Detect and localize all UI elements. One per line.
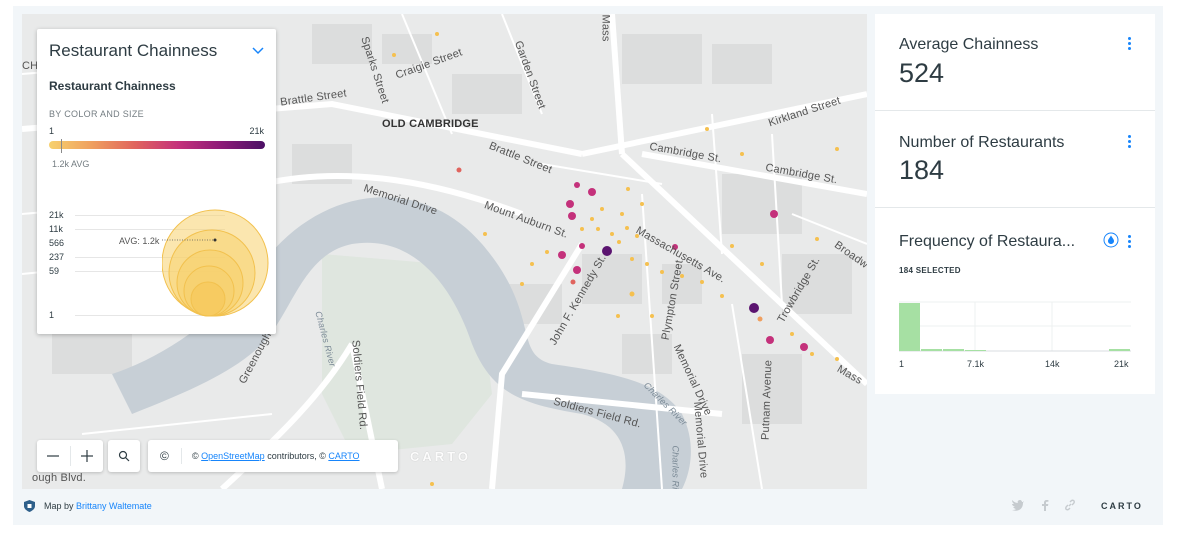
histogram-bar xyxy=(921,349,942,351)
histogram-x-label: 14k xyxy=(1045,359,1060,369)
widget-title: Number of Restaurants xyxy=(899,134,1065,151)
legend-title: Restaurant Chainness xyxy=(49,41,218,60)
footer-credit: Map by Brittany Waltemate xyxy=(44,501,152,511)
legend-size-label: 11k xyxy=(49,224,63,234)
histogram-bar xyxy=(1109,349,1130,351)
legend-size-label: 21k xyxy=(49,210,64,220)
legend-size-label: 1 xyxy=(49,310,55,320)
carto-link[interactable]: CARTO xyxy=(328,451,359,461)
map-label-street: ough Blvd. xyxy=(32,472,86,484)
legend-layer-name: Restaurant Chainness xyxy=(49,79,176,93)
legend-gradient-min: 1 xyxy=(49,126,55,136)
copyright-button[interactable]: © xyxy=(160,449,169,463)
map-attribution: © OpenStreetMap contributors, © CARTO xyxy=(192,451,360,461)
legend-size-label: 59 xyxy=(49,266,60,276)
attribution-mid: contributors, © xyxy=(264,451,329,461)
legend-avg-label: 1.2k AVG xyxy=(52,159,90,169)
divider xyxy=(181,448,182,464)
legend-panel: Restaurant Chainness Restaurant Chainnes… xyxy=(37,29,276,334)
histogram-x-label: 7.1k xyxy=(967,359,985,369)
histogram-x-label: 1 xyxy=(899,359,905,369)
more-vertical-icon[interactable] xyxy=(1128,37,1132,51)
chevron-down-icon[interactable] xyxy=(251,43,265,57)
widgets-panel: Average Chainness 524 Number of Restaura… xyxy=(875,14,1155,394)
zoom-control xyxy=(37,440,103,472)
histogram-x-label: 21k xyxy=(1114,359,1129,369)
widget-value: 524 xyxy=(899,58,945,88)
footer-credit-prefix: Map by xyxy=(44,501,77,511)
search-button[interactable] xyxy=(108,440,140,472)
carto-logo[interactable]: CARTO xyxy=(1101,501,1143,511)
histogram-selected-count: 184 SELECTED xyxy=(899,266,961,275)
widget-title: Frequency of Restaura... xyxy=(899,233,1076,250)
histogram-bar xyxy=(965,350,986,351)
map-label-neighborhood: OLD CAMBRIDGE xyxy=(382,118,479,130)
twitter-icon[interactable] xyxy=(1011,499,1025,511)
widget-title: Average Chainness xyxy=(899,36,1039,53)
osm-link[interactable]: OpenStreetMap xyxy=(201,451,265,461)
legend-style-caption: BY COLOR AND SIZE xyxy=(49,109,144,119)
map-label-street: Mass xyxy=(599,14,612,42)
legend-size-label: 237 xyxy=(49,252,65,262)
attribution-prefix: © xyxy=(192,451,199,461)
widget-average-chainness: Average Chainness 524 xyxy=(875,14,1155,111)
more-vertical-icon[interactable] xyxy=(1128,235,1132,249)
widget-value: 184 xyxy=(899,155,945,185)
legend-color-ramp xyxy=(49,141,265,149)
widget-number-of-restaurants: Number of Restaurants 184 xyxy=(875,111,1155,208)
legend-avg-marker xyxy=(61,139,62,153)
legend-size-bubbles xyxy=(162,209,269,317)
droplet-icon[interactable] xyxy=(1103,232,1119,248)
facebook-icon[interactable] xyxy=(1038,499,1052,511)
histogram-bar xyxy=(943,349,964,351)
carto-watermark: CARTO xyxy=(410,449,471,464)
divider xyxy=(70,446,71,466)
author-link[interactable]: Brittany Waltemate xyxy=(76,501,152,511)
link-icon[interactable] xyxy=(1063,499,1077,511)
plus-icon[interactable] xyxy=(81,450,93,462)
histogram-chart[interactable] xyxy=(899,300,1133,352)
minus-icon[interactable] xyxy=(47,450,59,462)
histogram-bar xyxy=(899,303,920,351)
shield-icon xyxy=(24,500,35,512)
legend-size-label: 566 xyxy=(49,238,65,248)
search-icon xyxy=(118,450,130,462)
more-vertical-icon[interactable] xyxy=(1128,135,1132,149)
legend-gradient-max: 21k xyxy=(249,126,264,136)
map-label-water: Charles River xyxy=(670,445,681,489)
legend-size-avg-label: AVG: 1.2k xyxy=(119,236,160,246)
